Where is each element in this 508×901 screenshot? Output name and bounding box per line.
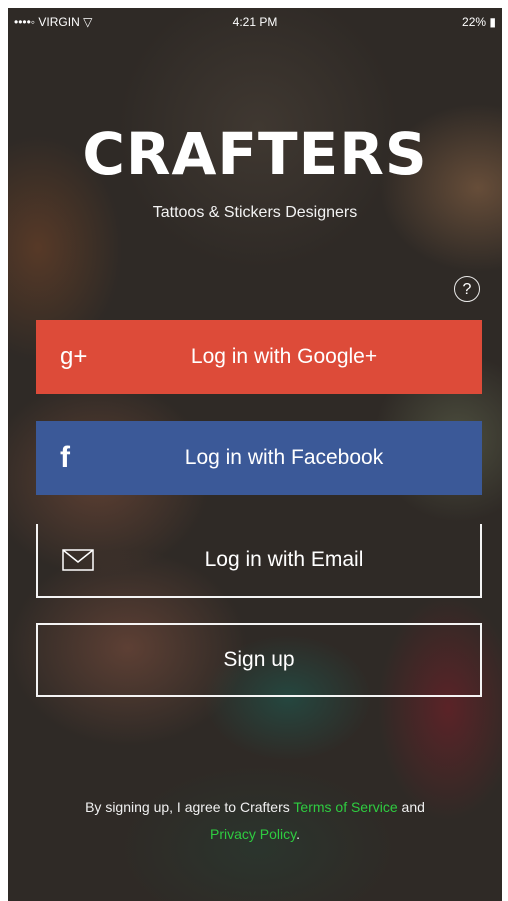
terms-of-service-link[interactable]: Terms of Service [293,799,397,815]
privacy-policy-link[interactable]: Privacy Policy [210,826,296,842]
envelope-icon [62,524,94,596]
google-plus-icon: g+ [60,320,87,394]
google-plus-icon-text: g+ [60,343,88,370]
google-login-label: Log in with Google+ [190,345,378,368]
legal-middle: and [397,799,425,815]
status-bar: ••••◦ VIRGIN ▽ 4:21 PM 22% ▮ [8,8,502,36]
facebook-login-button[interactable]: f Log in with Facebook [36,421,482,495]
login-screen: ••••◦ VIRGIN ▽ 4:21 PM 22% ▮ CRAFTERS Ta… [8,8,502,901]
facebook-icon: f [60,421,70,495]
signup-label: Sign up [223,648,295,671]
facebook-icon-text: f [60,441,70,474]
legal-suffix: . [296,826,300,842]
app-logo: CRAFTERS [82,120,428,188]
question-circle-icon[interactable]: ? [454,276,480,302]
legal-notice: By signing up, I agree to Crafters Terms… [68,794,442,848]
email-login-button[interactable]: Log in with Email [36,524,482,598]
email-login-label: Log in with Email [204,548,364,571]
google-login-button[interactable]: g+ Log in with Google+ [36,320,482,394]
signup-button[interactable]: Sign up [36,623,482,697]
status-time: 4:21 PM [232,15,278,29]
app-tagline: Tattoos & Stickers Designers [152,204,358,221]
legal-prefix: By signing up, I agree to Crafters [85,799,294,815]
battery-status: 22% ▮ [462,15,496,29]
facebook-login-label: Log in with Facebook [184,446,384,469]
